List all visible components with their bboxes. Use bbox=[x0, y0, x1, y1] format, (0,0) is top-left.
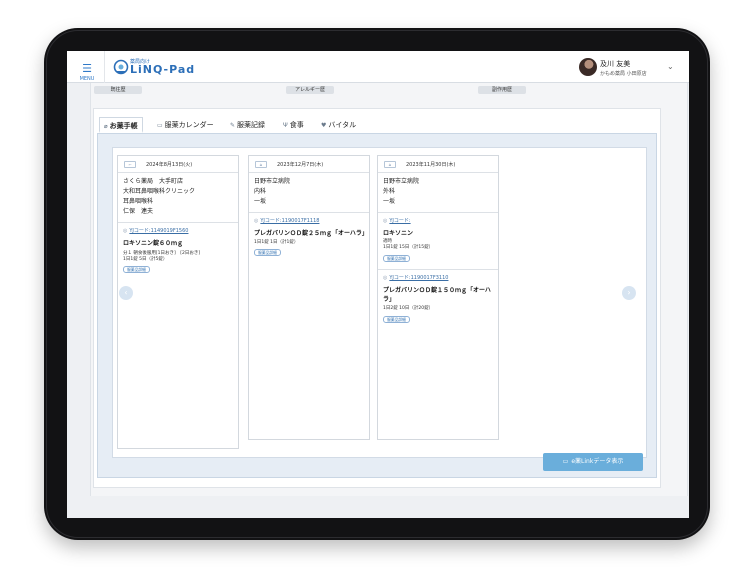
drug-name: プレガバリンＯＤ錠１５０ｍｇ「オーハラ」 bbox=[383, 287, 491, 303]
yj-code-link[interactable]: ◎ YJコード:1149019F1560 bbox=[123, 227, 188, 234]
tab-label: 服薬記録 bbox=[237, 121, 266, 129]
doctor-name: 仁保 連夫 bbox=[123, 208, 154, 215]
linq-logo-icon bbox=[113, 59, 129, 75]
avatar[interactable] bbox=[579, 58, 597, 76]
check-circle-icon: ◎ bbox=[123, 228, 128, 234]
drug-name: ロキソニン bbox=[383, 230, 414, 237]
chevron-down-icon[interactable]: ⌄ bbox=[667, 62, 674, 71]
tab-medication-calendar[interactable]: ▭ 服薬カレンダー bbox=[157, 117, 214, 133]
history-tab-side-effect[interactable]: 副作用歴 bbox=[478, 86, 526, 94]
tab-medication-record[interactable]: ✎ 服薬記録 bbox=[230, 117, 265, 133]
divider bbox=[378, 212, 498, 213]
yj-code: YJコード: bbox=[389, 218, 411, 224]
dose-line: 1日1錠 5日（計5錠） bbox=[123, 257, 168, 262]
drug-detail-button[interactable]: 服薬品詳細 bbox=[254, 249, 281, 256]
prescription-icon: ⌂ bbox=[255, 161, 267, 168]
record-date: 2024年8月13日(火) bbox=[146, 162, 193, 168]
yj-code: YJコード:1190017F1118 bbox=[260, 218, 320, 224]
logo-text: LiNQ-Pad bbox=[130, 63, 196, 76]
divider bbox=[118, 222, 238, 223]
record-info: さくら薬局 大手町店 大和耳鼻咽喉科クリニック 耳鼻咽喉科 仁保 連夫 bbox=[123, 177, 238, 217]
dose-line: 1日2錠 10日（計20錠） bbox=[383, 306, 434, 311]
record-card: ⌂ 2023年11月30日(木) 日野市立病院 外科 一坂 ◎ YJコード: ロキ… bbox=[377, 155, 499, 440]
drug-dose: 1日2錠 10日（計20錠） bbox=[383, 306, 497, 312]
divider bbox=[249, 212, 369, 213]
drug-dose: 1日1錠 1日（計1錠） bbox=[254, 240, 368, 246]
yj-code-link[interactable]: ◎ YJコード:1190017F3110 bbox=[383, 274, 448, 281]
menu-label: MENU bbox=[79, 76, 95, 82]
calendar-icon: ▭ bbox=[157, 122, 163, 129]
tab-label: バイタル bbox=[328, 121, 357, 129]
edit-icon: ✎ bbox=[230, 122, 236, 129]
drug-detail-button[interactable]: 服薬品詳細 bbox=[123, 266, 150, 273]
drug-name: プレガバリンＯＤ錠２５ｍｇ「オーハラ」 bbox=[254, 230, 368, 237]
tab-okusuri-techo[interactable]: ⌀ お薬手帳 bbox=[99, 117, 143, 133]
department: 内科 bbox=[254, 188, 267, 195]
drug-name: ロキソニン錠６０ｍｇ bbox=[123, 240, 184, 247]
tab-label: お薬手帳 bbox=[109, 122, 138, 130]
record-info: 日野市立病院 内科 一坂 bbox=[254, 177, 369, 207]
record-card: ⌐ 2024年8月13日(火) さくら薬局 大手町店 大和耳鼻咽喉科クリニック … bbox=[117, 155, 239, 449]
drug-dose: 分１ 朝食後服用[1日おき] [2日おき] 1日1錠 5日（計5錠） bbox=[123, 251, 237, 263]
yj-code-link[interactable]: ◎ YJコード:1190017F1118 bbox=[254, 217, 319, 224]
tab-label: 食事 bbox=[289, 121, 304, 129]
check-circle-icon: ◎ bbox=[383, 218, 388, 224]
header-divider bbox=[104, 51, 105, 83]
tab-vital[interactable]: ♥ バイタル bbox=[321, 117, 356, 133]
elink-button-label: e薬Linkデータ表示 bbox=[571, 458, 624, 465]
history-tab-past-illness[interactable]: 既往歴 bbox=[94, 86, 142, 94]
record-date-row: ⌂ 2023年12月7日(木) bbox=[249, 156, 369, 173]
next-arrow-icon[interactable]: › bbox=[622, 286, 636, 300]
doctor-name: 一坂 bbox=[254, 198, 267, 205]
vital-icon: ♥ bbox=[321, 122, 327, 129]
record-date-row: ⌐ 2024年8月13日(火) bbox=[118, 156, 238, 173]
user-store: かもめ薬局 小田原店 bbox=[600, 71, 647, 77]
yj-code: YJコード:1149019F1560 bbox=[129, 228, 189, 234]
elink-data-button[interactable]: ▭ e薬Linkデータ表示 bbox=[543, 453, 643, 471]
record-date: 2023年12月7日(木) bbox=[277, 162, 324, 168]
check-circle-icon: ◎ bbox=[383, 275, 388, 281]
drug-detail-button[interactable]: 服薬品詳細 bbox=[383, 255, 410, 262]
hospital-name: 日野市立病院 bbox=[383, 178, 420, 185]
clinic-name: 大和耳鼻咽喉科クリニック bbox=[123, 188, 196, 195]
prescription-icon: ⌂ bbox=[384, 161, 396, 168]
fork-knife-icon: Ψ bbox=[283, 122, 288, 129]
divider bbox=[378, 269, 498, 270]
hamburger-icon: ☰ bbox=[82, 62, 92, 75]
yj-code: YJコード:1190017F3110 bbox=[389, 275, 449, 281]
doctor-name: 一坂 bbox=[383, 198, 396, 205]
record-card: ⌂ 2023年12月7日(木) 日野市立病院 内科 一坂 ◎ YJコード:1190… bbox=[248, 155, 370, 440]
prev-arrow-icon[interactable]: ‹ bbox=[119, 286, 133, 300]
department: 外科 bbox=[383, 188, 396, 195]
record-info: 日野市立病院 外科 一坂 bbox=[383, 177, 498, 207]
prescription-icon: ⌐ bbox=[124, 161, 136, 168]
notebook-icon: ⌀ bbox=[104, 123, 108, 130]
dose-line: 1日1錠 1日（計1錠） bbox=[254, 240, 299, 245]
menu-button[interactable]: ☰ MENU bbox=[77, 57, 97, 82]
record-date-row: ⌂ 2023年11月30日(木) bbox=[378, 156, 498, 173]
pharmacy-name: さくら薬局 大手町店 bbox=[123, 178, 184, 185]
monitor-icon: ▭ bbox=[562, 458, 569, 465]
yj-code-link[interactable]: ◎ YJコード: bbox=[383, 217, 411, 224]
app-header: ☰ MENU 薬局向け LiNQ-Pad 及川 友美 かもめ薬局 小田原店 ⌄ bbox=[67, 51, 689, 83]
hospital-name: 日野市立病院 bbox=[254, 178, 291, 185]
tab-meal[interactable]: Ψ 食事 bbox=[283, 117, 304, 133]
dose-line: 1日1錠 15日（計15錠） bbox=[383, 245, 434, 250]
drug-detail-button[interactable]: 服薬品詳細 bbox=[383, 316, 410, 323]
history-tab-allergy[interactable]: アレルギー歴 bbox=[286, 86, 334, 94]
tab-label: 服薬カレンダー bbox=[164, 121, 214, 129]
department: 耳鼻咽喉科 bbox=[123, 198, 154, 205]
record-date: 2023年11月30日(木) bbox=[406, 162, 456, 168]
drug-dose: 適時 1日1錠 15日（計15錠） bbox=[383, 239, 497, 251]
user-name[interactable]: 及川 友美 bbox=[600, 59, 630, 69]
check-circle-icon: ◎ bbox=[254, 218, 259, 224]
